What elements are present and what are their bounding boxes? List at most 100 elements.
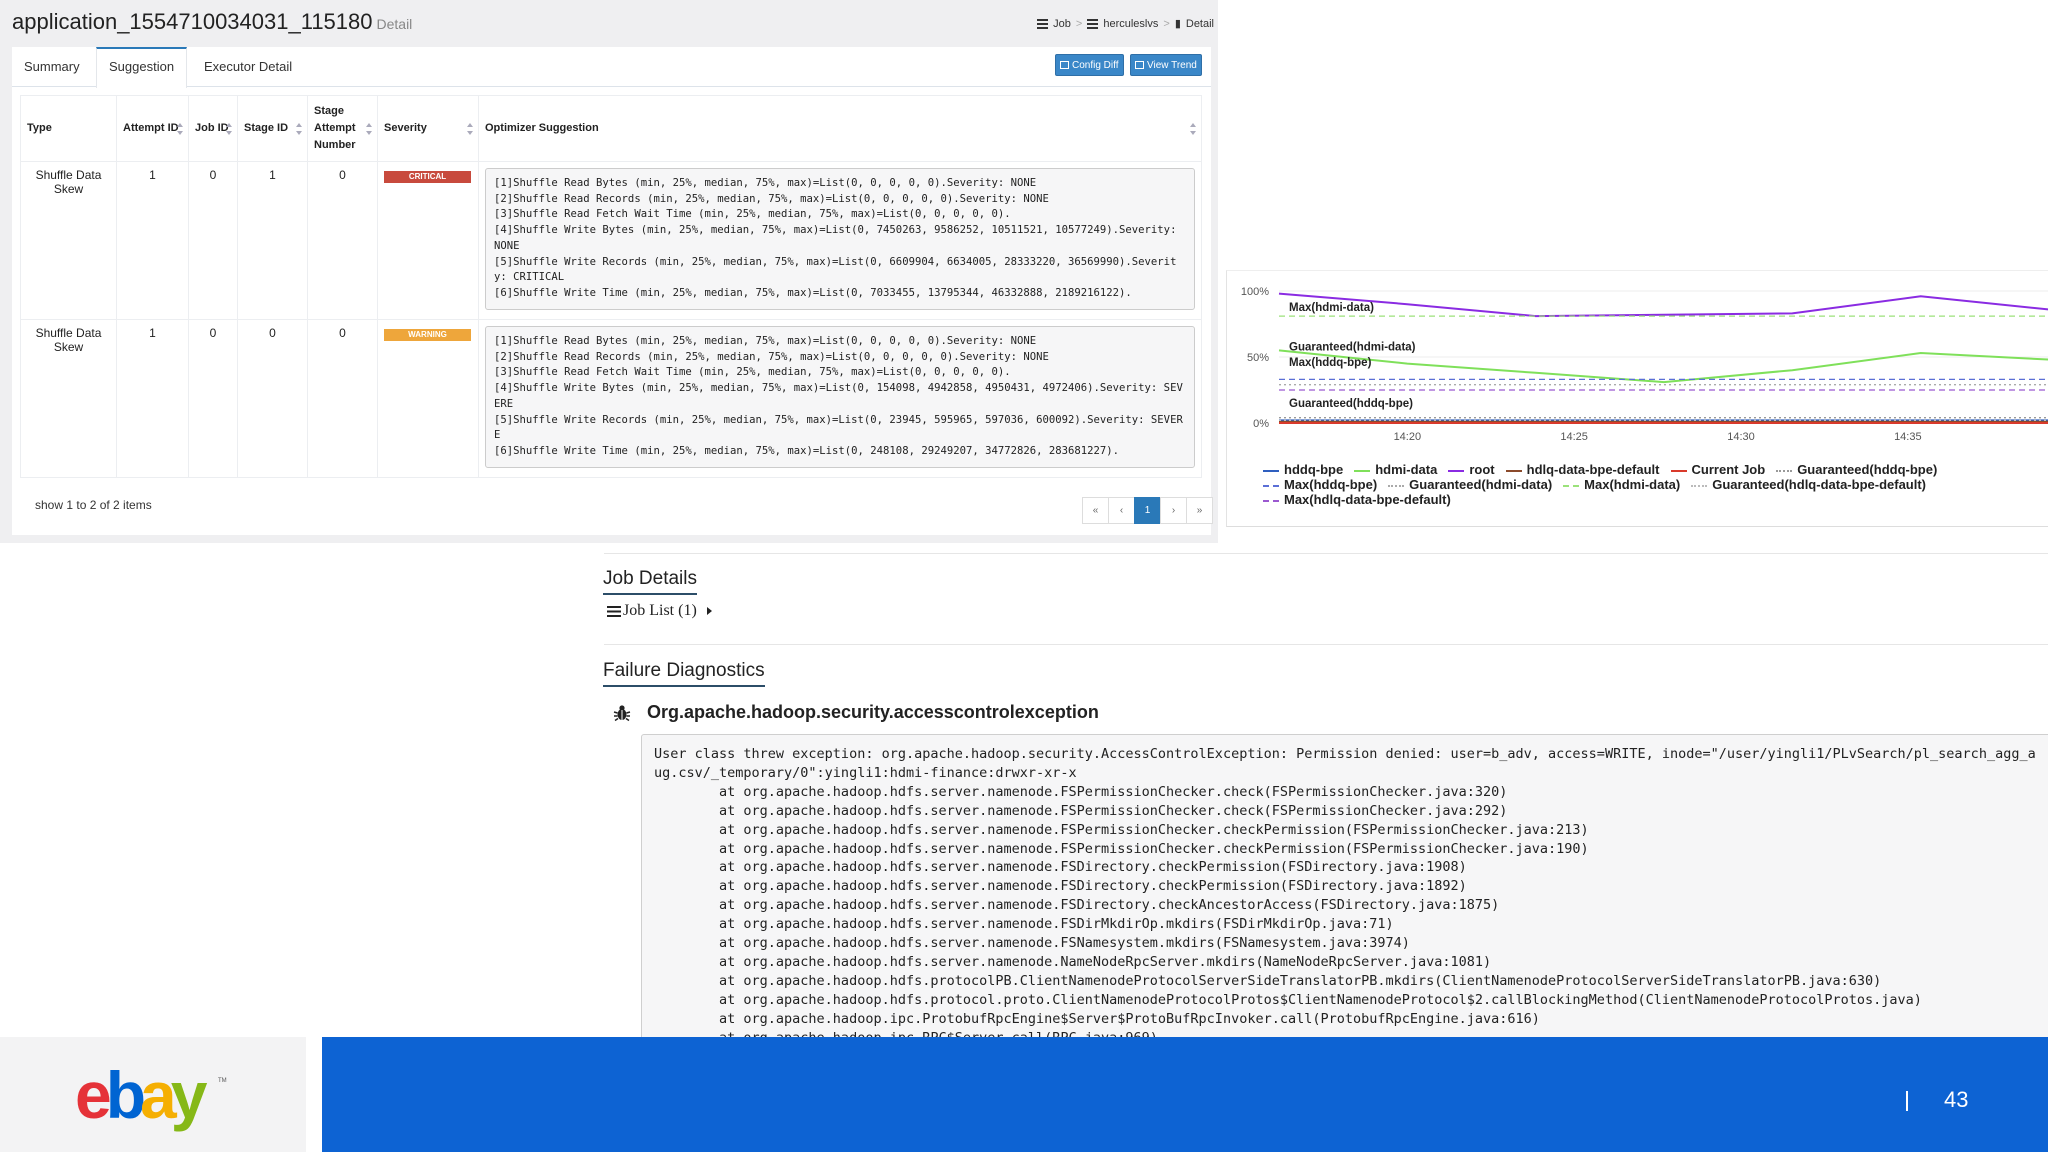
legend-item[interactable]: Current Job <box>1670 462 1766 477</box>
legend-swatch <box>1263 499 1279 502</box>
suggestion-table: Type Attempt ID Job ID Stage ID Stage At… <box>20 95 1202 478</box>
tab-summary[interactable]: Summary <box>12 47 92 87</box>
annotation-label: Max(hdmi-data) <box>1289 302 1374 314</box>
legend-label: Guaranteed(hdmi-data) <box>1409 477 1553 492</box>
legend-swatch <box>1563 484 1580 487</box>
breadcrumb-separator: > <box>1163 17 1170 30</box>
breadcrumb-job[interactable]: Job <box>1053 18 1071 30</box>
cell-suggestion: [1]Shuffle Read Bytes (min, 25%, median,… <box>478 319 1202 478</box>
col-severity[interactable]: Severity <box>377 95 479 162</box>
col-optimizer-suggestion[interactable]: Optimizer Suggestion <box>478 95 1202 162</box>
legend-label: Guaranteed(hddq-bpe) <box>1797 462 1938 477</box>
legend-item[interactable]: Max(hdlq-data-bpe-default) <box>1263 492 1451 507</box>
divider <box>604 553 2048 554</box>
sort-icon <box>1190 122 1197 135</box>
page-1-button[interactable]: 1 <box>1134 497 1161 524</box>
page-first-button[interactable]: « <box>1082 497 1109 524</box>
legend-label: Current Job <box>1691 462 1766 477</box>
breadcrumb-separator: > <box>1075 17 1083 30</box>
legend-swatch <box>1263 469 1279 472</box>
annotation-label: Max(hddq-bpe) <box>1289 357 1372 369</box>
severity-badge: CRITICAL <box>384 171 471 183</box>
page-prev-button[interactable]: ‹ <box>1108 497 1135 524</box>
y-tick-label: 0% <box>1253 418 1269 430</box>
divider <box>604 644 2048 645</box>
cell-suggestion: [1]Shuffle Read Bytes (min, 25%, median,… <box>478 161 1202 320</box>
legend-item[interactable]: hdlq-data-bpe-default <box>1505 462 1660 477</box>
page-separator <box>1906 1091 1908 1111</box>
tab-bar: Summary Suggestion Executor Detail Confi… <box>12 47 1211 88</box>
legend-item[interactable]: root <box>1448 462 1495 477</box>
sort-icon <box>467 122 474 135</box>
legend-swatch <box>1448 469 1465 472</box>
suggestion-card: Summary Suggestion Executor Detail Confi… <box>12 47 1213 535</box>
breadcrumb-user[interactable]: herculeslvs <box>1103 18 1158 30</box>
job-list-toggle[interactable]: Job List (1) <box>607 602 712 620</box>
page-number: 43 <box>1944 1087 1969 1112</box>
suggestion-text: [1]Shuffle Read Bytes (min, 25%, median,… <box>485 326 1195 468</box>
legend-swatch <box>1505 469 1522 472</box>
y-tick-label: 100% <box>1241 286 1269 298</box>
table-header-row: Type Attempt ID Job ID Stage ID Stage At… <box>20 95 1202 162</box>
series-line <box>1278 349 2048 384</box>
legend-item[interactable]: Guaranteed(hdmi-data) <box>1388 477 1552 492</box>
breadcrumb-detail: Detail <box>1185 17 1214 30</box>
col-stage-attempt[interactable]: Stage Attempt Number <box>307 95 378 162</box>
config-diff-label: Config Diff <box>1072 60 1119 71</box>
sort-icon <box>226 122 233 135</box>
sort-icon <box>177 122 184 135</box>
job-list-label: Job List (1) <box>623 602 697 619</box>
cell-type: Shuffle Data Skew <box>20 161 117 320</box>
list-icon <box>1087 18 1099 29</box>
table-icon <box>1060 61 1069 69</box>
tab-suggestion[interactable]: Suggestion <box>96 47 188 88</box>
legend-label: hdmi-data <box>1375 462 1438 477</box>
legend-swatch <box>1388 484 1405 487</box>
sort-icon <box>366 122 373 135</box>
legend-label: Max(hddq-bpe) <box>1284 477 1378 492</box>
sort-icon <box>296 122 303 135</box>
legend-label: root <box>1469 462 1495 477</box>
legend-swatch <box>1691 484 1708 487</box>
chart-icon <box>1135 61 1144 69</box>
config-diff-button[interactable]: Config Diff <box>1055 54 1124 76</box>
legend-swatch <box>1776 469 1793 472</box>
breadcrumb: Job > herculeslvs > ▮ Detail <box>1037 17 1214 30</box>
cell-type: Shuffle Data Skew <box>20 319 117 478</box>
ebay-logo: ebay <box>75 1058 207 1132</box>
severity-badge: WARNING <box>384 329 471 341</box>
y-tick-label: 50% <box>1247 352 1269 364</box>
legend-label: hddq-bpe <box>1284 462 1344 477</box>
legend-item[interactable]: Max(hdmi-data) <box>1563 477 1680 492</box>
legend-item[interactable]: Max(hddq-bpe) <box>1263 477 1377 492</box>
legend-item[interactable]: hddq-bpe <box>1263 462 1343 477</box>
cell-job-id: 0 <box>188 319 238 478</box>
col-attempt-id[interactable]: Attempt ID <box>116 95 189 162</box>
legend-label: Guaranteed(hdlq-data-bpe-default) <box>1712 477 1927 492</box>
col-job-id[interactable]: Job ID <box>188 95 238 162</box>
page-next-button[interactable]: › <box>1160 497 1187 524</box>
failure-diagnostics-title: Failure Diagnostics <box>603 660 765 687</box>
legend-item[interactable]: hdmi-data <box>1354 462 1437 477</box>
x-tick-label: 14:30 <box>1727 431 1755 443</box>
view-trend-button[interactable]: View Trend <box>1130 54 1202 76</box>
cell-severity: CRITICAL <box>377 161 479 320</box>
legend-label: hdlq-data-bpe-default <box>1526 462 1660 477</box>
logo-trademark: TM <box>218 1078 227 1084</box>
legend-swatch <box>1263 484 1279 487</box>
legend-item[interactable]: Guaranteed(hdlq-data-bpe-default) <box>1691 477 1926 492</box>
col-type[interactable]: Type <box>20 95 117 162</box>
legend-item[interactable]: Guaranteed(hddq-bpe) <box>1776 462 1937 477</box>
x-tick-label: 14:20 <box>1394 431 1422 443</box>
tab-executor-detail[interactable]: Executor Detail <box>192 47 304 87</box>
cell-stage-id: 1 <box>237 161 308 320</box>
col-stage-id[interactable]: Stage ID <box>237 95 308 162</box>
legend-label: Max(hdlq-data-bpe-default) <box>1284 492 1451 507</box>
page-last-button[interactable]: » <box>1186 497 1213 524</box>
annotation-label: Guaranteed(hdmi-data) <box>1289 341 1416 353</box>
book-icon: ▮ <box>1174 18 1181 30</box>
legend-swatch <box>1354 469 1371 472</box>
cell-stage-attempt: 0 <box>307 319 378 478</box>
cell-attempt-id: 1 <box>116 161 189 320</box>
cell-job-id: 0 <box>188 161 238 320</box>
